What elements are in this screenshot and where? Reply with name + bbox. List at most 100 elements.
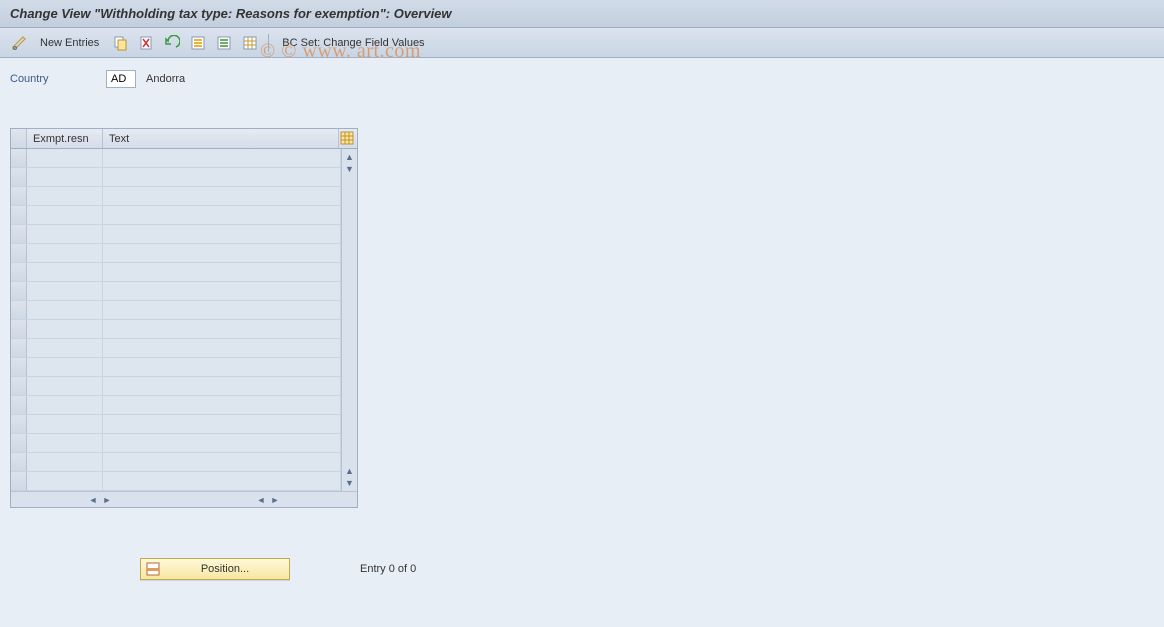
cell-exmpt-resn[interactable] [27, 282, 103, 300]
title-bar: Change View "Withholding tax type: Reaso… [0, 0, 1164, 28]
row-selector[interactable] [11, 282, 27, 300]
table-row[interactable] [11, 472, 341, 491]
row-selector[interactable] [11, 301, 27, 319]
cell-exmpt-resn[interactable] [27, 434, 103, 452]
row-selector[interactable] [11, 168, 27, 186]
row-selector[interactable] [11, 453, 27, 471]
cell-exmpt-resn[interactable] [27, 301, 103, 319]
table-row[interactable] [11, 358, 341, 377]
table-row[interactable] [11, 206, 341, 225]
cell-text[interactable] [103, 377, 341, 395]
scroll-down-arrow[interactable]: ▼ [344, 477, 356, 489]
column-header-text[interactable]: Text [103, 129, 339, 148]
cell-text[interactable] [103, 244, 341, 262]
scroll-up-arrow[interactable]: ▲ [344, 151, 356, 163]
row-selector[interactable] [11, 377, 27, 395]
table-config-icon [242, 35, 258, 51]
scroll-right-small-arrow[interactable]: ► [101, 494, 113, 506]
page-title: Change View "Withholding tax type: Reaso… [10, 6, 452, 21]
deselect-all-button[interactable] [213, 32, 235, 54]
table-row[interactable] [11, 415, 341, 434]
cell-text[interactable] [103, 282, 341, 300]
cell-text[interactable] [103, 339, 341, 357]
cell-text[interactable] [103, 358, 341, 376]
row-selector[interactable] [11, 225, 27, 243]
horizontal-scrollbar[interactable]: ◄ ► ◄ ► [11, 491, 357, 507]
table-row[interactable] [11, 187, 341, 206]
delete-button[interactable] [135, 32, 157, 54]
cell-exmpt-resn[interactable] [27, 453, 103, 471]
select-all-column-header[interactable] [11, 129, 27, 148]
position-button[interactable]: Position... [140, 558, 290, 580]
cell-exmpt-resn[interactable] [27, 320, 103, 338]
table-row[interactable] [11, 149, 341, 168]
table-row[interactable] [11, 434, 341, 453]
cell-exmpt-resn[interactable] [27, 472, 103, 490]
table-settings-button[interactable] [339, 129, 357, 148]
cell-text[interactable] [103, 187, 341, 205]
cell-text[interactable] [103, 149, 341, 167]
table-row[interactable] [11, 320, 341, 339]
table-row[interactable] [11, 263, 341, 282]
row-selector[interactable] [11, 415, 27, 433]
scroll-down-small-arrow[interactable]: ▼ [344, 163, 356, 175]
cell-text[interactable] [103, 415, 341, 433]
table-row[interactable] [11, 301, 341, 320]
cell-exmpt-resn[interactable] [27, 187, 103, 205]
vertical-scrollbar[interactable]: ▲ ▼ ▲ ▼ [341, 149, 357, 491]
scroll-up-small-arrow[interactable]: ▲ [344, 465, 356, 477]
cell-text[interactable] [103, 396, 341, 414]
bcset-button[interactable]: BC Set: Change Field Values [276, 32, 430, 54]
scroll-left-small-arrow[interactable]: ◄ [255, 494, 267, 506]
table-row[interactable] [11, 339, 341, 358]
configure-button[interactable] [239, 32, 261, 54]
row-selector[interactable] [11, 434, 27, 452]
cell-text[interactable] [103, 320, 341, 338]
cell-text[interactable] [103, 206, 341, 224]
table-row[interactable] [11, 225, 341, 244]
table-row[interactable] [11, 377, 341, 396]
table-row[interactable] [11, 453, 341, 472]
cell-text[interactable] [103, 472, 341, 490]
row-selector[interactable] [11, 263, 27, 281]
cell-exmpt-resn[interactable] [27, 225, 103, 243]
copy-as-button[interactable] [109, 32, 131, 54]
table-row[interactable] [11, 396, 341, 415]
cell-exmpt-resn[interactable] [27, 206, 103, 224]
table-row[interactable] [11, 168, 341, 187]
table-row[interactable] [11, 282, 341, 301]
row-selector[interactable] [11, 187, 27, 205]
cell-exmpt-resn[interactable] [27, 396, 103, 414]
row-selector[interactable] [11, 244, 27, 262]
table-row[interactable] [11, 244, 341, 263]
row-selector[interactable] [11, 339, 27, 357]
country-input[interactable] [106, 70, 136, 88]
cell-exmpt-resn[interactable] [27, 149, 103, 167]
scroll-right-arrow[interactable]: ► [269, 494, 281, 506]
cell-exmpt-resn[interactable] [27, 377, 103, 395]
scroll-left-arrow[interactable]: ◄ [87, 494, 99, 506]
select-all-button[interactable] [187, 32, 209, 54]
cell-text[interactable] [103, 301, 341, 319]
row-selector[interactable] [11, 149, 27, 167]
cell-text[interactable] [103, 263, 341, 281]
cell-text[interactable] [103, 453, 341, 471]
cell-exmpt-resn[interactable] [27, 244, 103, 262]
new-entries-button[interactable]: New Entries [34, 32, 105, 54]
cell-text[interactable] [103, 434, 341, 452]
cell-exmpt-resn[interactable] [27, 339, 103, 357]
undo-button[interactable] [161, 32, 183, 54]
cell-exmpt-resn[interactable] [27, 358, 103, 376]
cell-exmpt-resn[interactable] [27, 168, 103, 186]
row-selector[interactable] [11, 358, 27, 376]
row-selector[interactable] [11, 206, 27, 224]
column-header-exmpt-resn[interactable]: Exmpt.resn [27, 129, 103, 148]
row-selector[interactable] [11, 472, 27, 490]
cell-text[interactable] [103, 168, 341, 186]
toggle-display-change-button[interactable] [8, 32, 30, 54]
row-selector[interactable] [11, 396, 27, 414]
cell-exmpt-resn[interactable] [27, 263, 103, 281]
cell-text[interactable] [103, 225, 341, 243]
cell-exmpt-resn[interactable] [27, 415, 103, 433]
row-selector[interactable] [11, 320, 27, 338]
